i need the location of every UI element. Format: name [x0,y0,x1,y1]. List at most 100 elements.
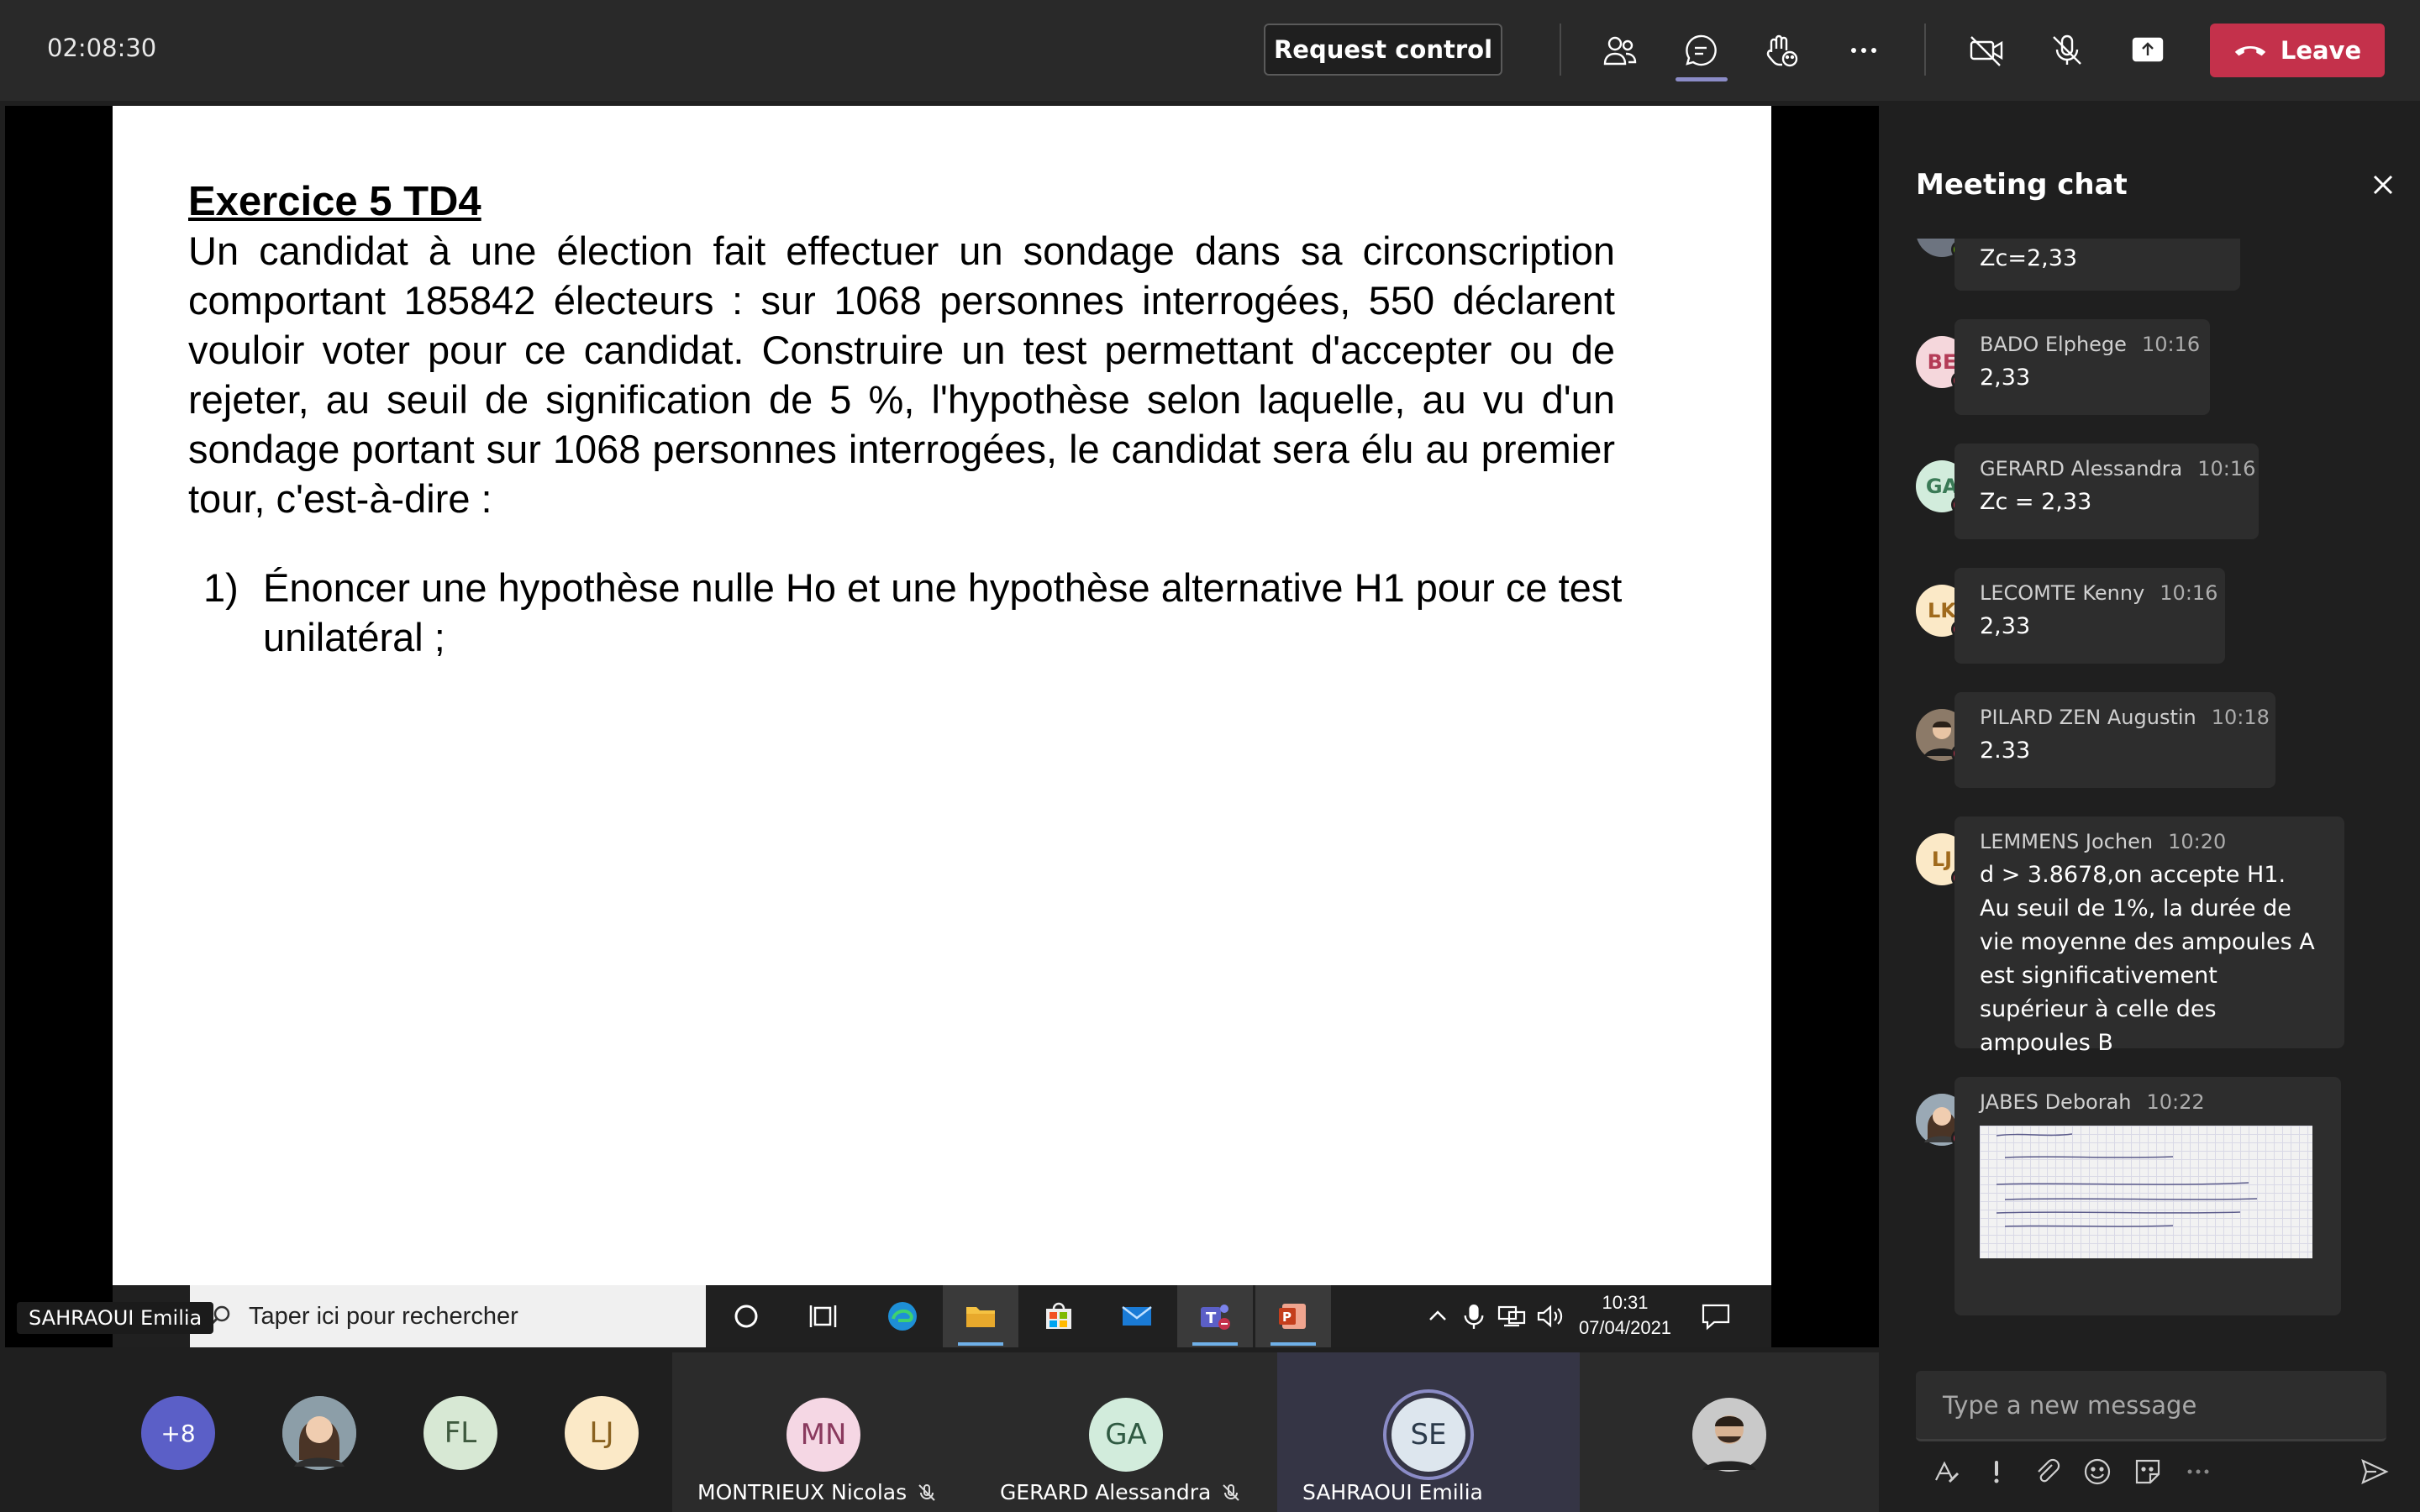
message-text: d > 3.8678,on accepte H1. Au seuil de 1%… [1980,862,2315,1056]
file-explorer-icon[interactable] [943,1285,1018,1347]
participant-avatar[interactable]: LJ [565,1396,639,1470]
presenter-name-label: SAHRAOUI Emilia [17,1302,214,1334]
chat-bubble: PILARD ZEN Augustin 10:18 2.33 [1954,692,2275,788]
toolbar-divider [1560,24,1561,76]
participant-avatar [1692,1398,1766,1472]
network-icon[interactable] [1497,1304,1526,1332]
svg-text:T: T [1206,1310,1217,1327]
participant-name: SAHRAOUI Emilia [1302,1480,1483,1504]
chat-title: Meeting chat [1916,168,2128,202]
sender-name: BADO Elphege [1980,333,2127,356]
sender-name: JABES Deborah [1980,1090,2132,1114]
chat-bubble: Zc=2,33 [1954,239,2240,291]
meeting-timer: 02:08:30 [47,34,157,62]
format-icon[interactable] [1928,1453,1965,1490]
send-icon[interactable] [2356,1453,2393,1490]
mail-icon[interactable] [1099,1285,1175,1347]
taskbar-clock[interactable]: 10:31 07/04/2021 [1575,1290,1676,1341]
participant-avatar: SE [1392,1398,1465,1472]
slide-body: Un candidat à une élection fait effectue… [188,228,1615,521]
participant-name: MONTRIEUX Nicolas [697,1480,908,1504]
participant-tile[interactable] [1580,1352,1879,1512]
participant-name: GERARD Alessandra [1000,1480,1212,1504]
chat-active-indicator [1676,77,1728,81]
slide-question-1: 1) Énoncer une hypothèse nulle Ho et une… [203,563,1707,662]
request-control-button[interactable]: Request control [1264,24,1502,76]
notifications-icon[interactable] [1701,1302,1731,1334]
task-view-icon[interactable] [786,1285,862,1347]
handwritten-notes-icon [1996,1133,2258,1227]
participant-tile[interactable]: MN MONTRIEUX Nicolas [672,1352,975,1512]
participant-avatar: GA [1089,1398,1163,1472]
volume-icon[interactable] [1536,1304,1565,1332]
mic-muted-icon [1223,1483,1240,1501]
share-screen-icon[interactable] [2123,25,2173,76]
close-icon[interactable] [2366,168,2400,202]
microsoft-store-icon[interactable] [1021,1285,1097,1347]
taskbar-date: 07/04/2021 [1578,1317,1672,1338]
user-photo-icon [282,1396,356,1470]
message-text: 2,33 [1980,365,2031,391]
presentation-slide: Exercice 5 TD4 Un candidat à une électio… [113,106,1771,1285]
sender-name: GERARD Alessandra [1980,457,2183,480]
message-time: 10:16 [2197,457,2256,480]
more-participants-button[interactable]: +8 [141,1396,215,1470]
toolbar-divider [1924,24,1926,76]
important-icon[interactable] [1978,1453,2015,1490]
message-time: 10:16 [2141,333,2201,356]
camera-off-icon[interactable] [1961,25,2012,76]
participant-avatar: MN [786,1398,860,1472]
message-text: Zc=2,33 [1980,245,2078,271]
sender-name: LEMMENS Jochen [1980,830,2154,853]
chat-message-list[interactable]: Zc=2,33 BE BADO Elphege 10:16 2,33 GA GER… [1879,239,2420,1322]
chat-bubble: JABES Deborah 10:22 [1954,1077,2341,1315]
reactions-icon[interactable] [1756,25,1807,76]
microphone-tray-icon[interactable] [1462,1302,1486,1334]
mic-muted-icon [918,1483,935,1501]
attached-image[interactable] [1980,1126,2312,1258]
participant-avatar[interactable]: FL [424,1396,497,1470]
message-time: 10:20 [2168,830,2227,853]
phone-hangup-icon [2234,46,2266,56]
participant-strip: +8 FL LJ MN MONTRIEUX Nicolas GA GERARD … [0,1352,1879,1512]
chat-bubble: LECOMTE Kenny 10:16 2,33 [1954,568,2225,664]
sender-name: LECOMTE Kenny [1980,581,2145,605]
meeting-toolbar: 02:08:30 Request control Leave [0,0,2420,101]
chevron-up-icon[interactable] [1425,1304,1450,1332]
svg-text:P: P [1282,1310,1292,1325]
windows-search-box[interactable]: Taper ici pour rechercher [190,1285,706,1347]
message-time: 10:16 [2160,581,2218,605]
participant-avatar[interactable] [282,1396,356,1470]
slide-title: Exercice 5 TD4 [188,179,481,224]
more-options-icon[interactable] [1839,25,1889,76]
cortana-icon[interactable] [708,1285,784,1347]
message-text: 2.33 [1980,738,2031,764]
message-time: 10:22 [2146,1090,2205,1114]
participant-tile-speaking[interactable]: SE SAHRAOUI Emilia [1277,1352,1580,1512]
mic-off-icon[interactable] [2042,25,2092,76]
chat-bubble: LEMMENS Jochen 10:20 d > 3.8678,on accept… [1954,816,2344,1056]
message-text: Zc = 2,33 [1980,489,2092,515]
message-input[interactable]: Type a new message [1916,1371,2386,1441]
emoji-icon[interactable] [2079,1453,2116,1490]
participant-tile[interactable]: GA GERARD Alessandra [975,1352,1277,1512]
participants-icon[interactable] [1595,25,1645,76]
attach-icon[interactable] [2028,1453,2065,1490]
message-time: 10:18 [2211,706,2270,729]
sticker-icon[interactable] [2129,1453,2166,1490]
user-photo-icon [1692,1398,1766,1472]
message-text: 2,33 [1980,613,2031,639]
chat-bubble: GERARD Alessandra 10:16 Zc = 2,33 [1954,444,2259,539]
more-compose-icon[interactable] [2180,1453,2217,1490]
powerpoint-icon[interactable]: P [1255,1285,1331,1347]
chat-icon[interactable] [1676,25,1726,76]
sender-name: PILARD ZEN Augustin [1980,706,2196,729]
edge-browser-icon[interactable] [865,1285,940,1347]
question-number: 1) [203,565,239,610]
leave-label: Leave [2280,36,2362,65]
chat-bubble: BADO Elphege 10:16 2,33 [1954,319,2210,415]
question-text: Énoncer une hypothèse nulle Ho et une hy… [263,565,1623,659]
leave-button[interactable]: Leave [2210,24,2385,77]
taskbar-time: 10:31 [1602,1292,1649,1313]
teams-app-icon[interactable]: T [1177,1285,1253,1347]
